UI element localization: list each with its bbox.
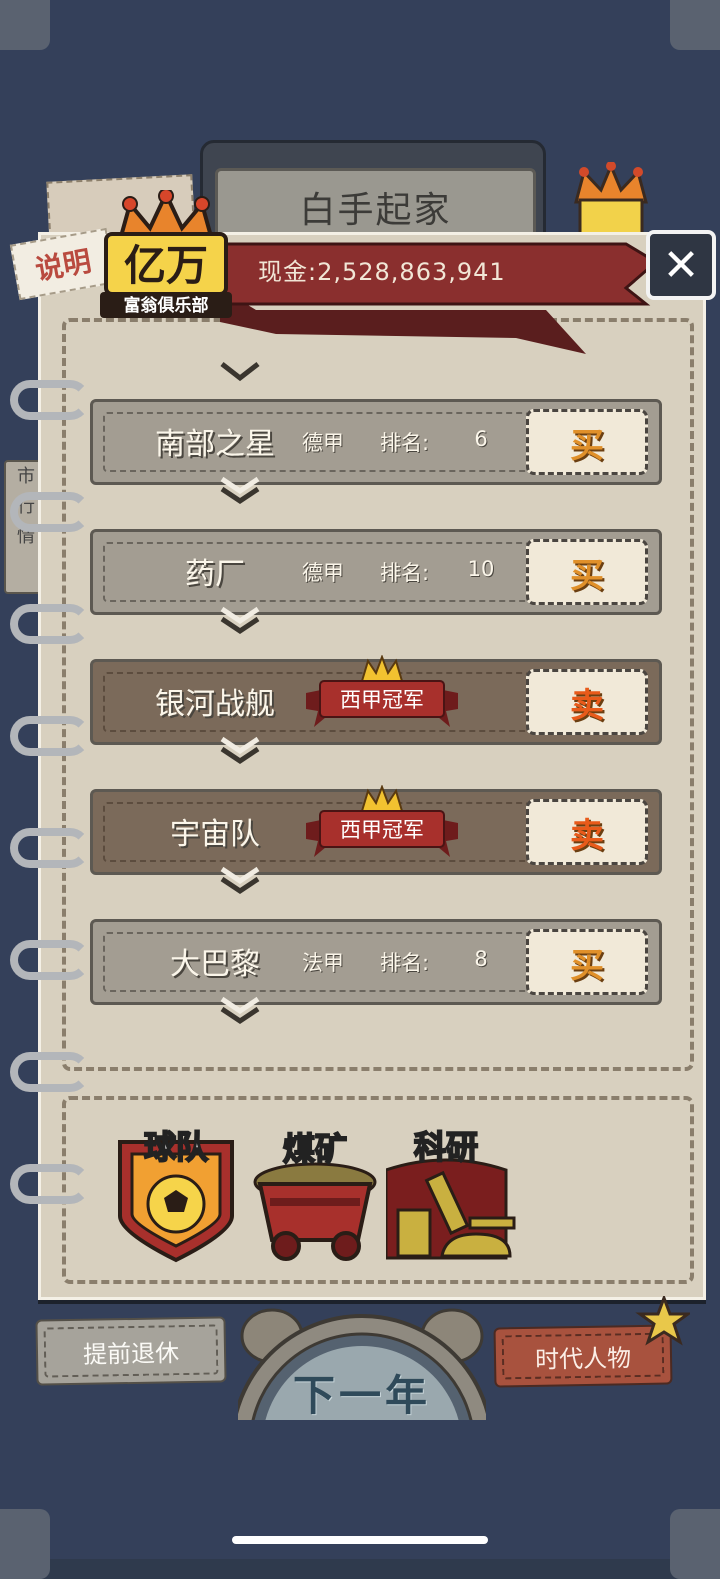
expand-chevron-icon[interactable] [218,735,262,765]
binder-ring [10,1052,90,1092]
rank-label: 排名: [380,951,430,975]
team-name: 银河战舰 [155,687,275,722]
mine-category-button[interactable]: 煤矿 [250,1124,380,1264]
buy-button[interactable]: 买 [526,409,648,475]
close-button[interactable]: ✕ [646,230,716,300]
sell-button[interactable]: 卖 [526,799,648,865]
home-indicator[interactable] [232,1536,488,1544]
frame-corner-bottom-right [670,1509,720,1579]
team-league: 德甲 [302,431,344,455]
team-row: 宇宙队 西甲冠军 卖 [90,785,662,895]
star-icon [635,1296,690,1346]
buy-button[interactable]: 买 [526,539,648,605]
logo-title: 亿万 [124,241,208,290]
scroll-up-indicator-icon [220,362,260,382]
billionaire-club-logo: 亿万 富翁俱乐部 [100,190,232,318]
sell-button[interactable]: 卖 [526,669,648,735]
team-category-button[interactable]: 球队 [110,1124,242,1264]
rank-label: 排名: [380,431,430,455]
category-label: 球队 [144,1128,209,1166]
binder-ring [10,716,90,756]
binder-ring [10,380,90,420]
team-league: 德甲 [302,561,344,585]
mine-cart-icon [253,1162,377,1261]
binder-ring [10,604,90,644]
binder-ring [10,1164,90,1204]
buy-button[interactable]: 买 [526,929,648,995]
early-retire-label: 提前退休 [82,1338,180,1369]
frame-corner-top-right [670,0,720,50]
team-name: 宇宙队 [170,817,260,852]
champion-banner: 西甲冠军 [306,785,458,857]
category-label: 煤矿 [283,1130,347,1168]
microscope-icon [386,1158,516,1260]
champion-label: 西甲冠军 [340,688,424,712]
frame-corner-top-left [0,0,50,50]
era-figures-label: 时代人物 [534,1343,632,1374]
rank-value: 10 [467,557,495,581]
team-row: 银河战舰 西甲冠军 卖 [90,655,662,765]
expand-chevron-icon[interactable] [218,995,262,1025]
cash-value: 2,528,863,941 [317,258,506,286]
rank-label: 排名: [380,561,430,585]
team-name: 南部之星 [155,427,275,462]
research-category-button[interactable]: 科研 [386,1124,526,1264]
champion-label: 西甲冠军 [340,818,424,842]
team-row: 药厂 德甲 排名: 10 买 [90,529,662,635]
rank-value: 8 [474,947,488,971]
binder-ring [10,940,90,980]
team-name: 大巴黎 [170,947,260,982]
early-retire-button[interactable]: 提前退休 [35,1316,227,1386]
team-row: 大巴黎 法甲 排名: 8 买 [90,919,662,1025]
frame-corner-bottom-left [0,1509,50,1579]
cash-readout: 现金:2,528,863,941 [258,252,506,287]
category-label: 科研 [414,1128,478,1166]
team-name: 药厂 [185,557,245,592]
cash-label: 现金: [258,258,318,286]
champion-banner: 西甲冠军 [306,655,458,727]
rank-value: 6 [474,427,488,451]
binder-ring [10,828,90,868]
expand-chevron-icon[interactable] [218,605,262,635]
next-year-button[interactable]: 下一年 [238,1362,486,1423]
logo-subtitle: 富翁俱乐部 [124,295,209,316]
team-row: 南部之星 德甲 排名: 6 买 [90,399,662,505]
expand-chevron-icon[interactable] [218,475,262,505]
crown-badge-icon[interactable] [566,162,656,242]
binder-ring [10,492,90,532]
team-league: 法甲 [302,951,344,975]
expand-chevron-icon[interactable] [218,865,262,895]
